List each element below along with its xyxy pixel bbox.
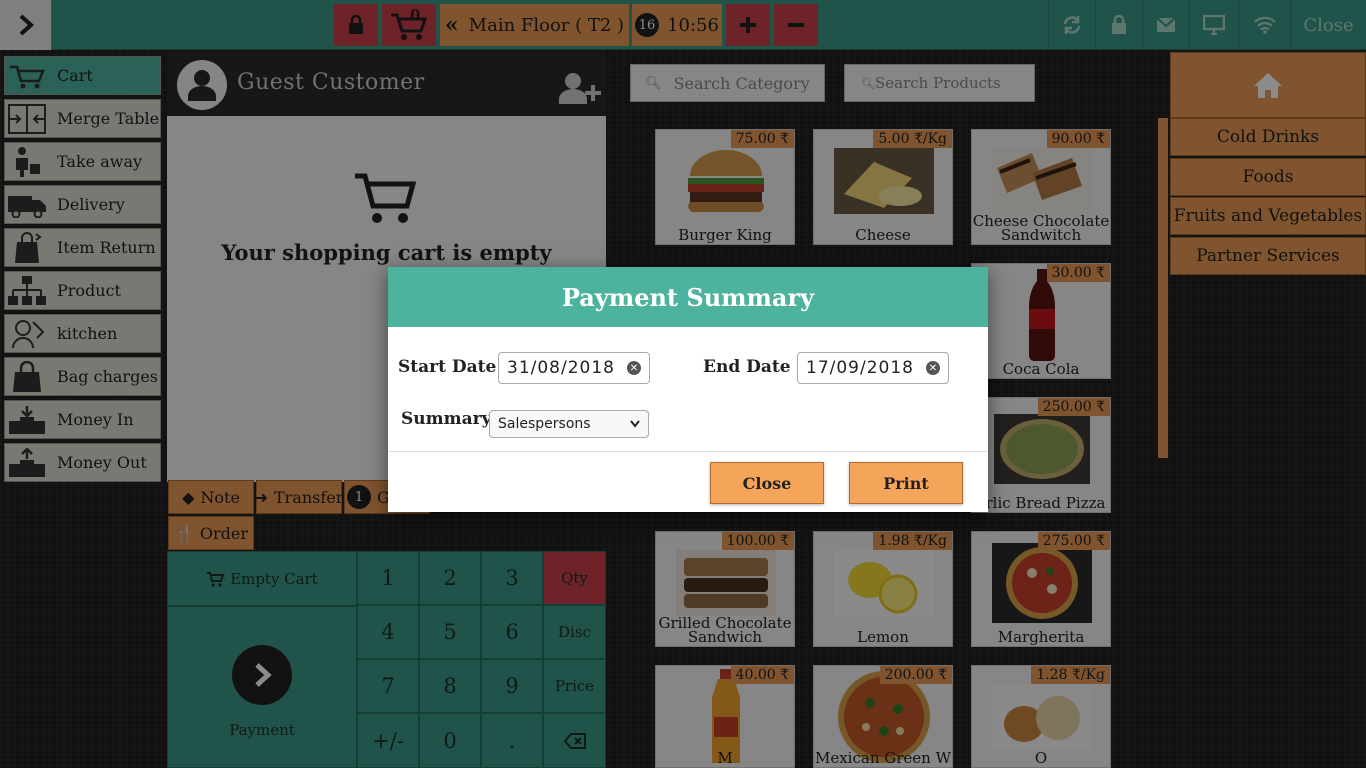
dialog-title: Payment Summary	[388, 267, 988, 327]
start-date-label: Start Date	[398, 357, 497, 377]
end-date-value: 17/09/2018	[806, 358, 914, 378]
start-date-value: 31/08/2018	[507, 358, 615, 378]
clear-icon[interactable]: ✕	[627, 361, 641, 375]
chevron-down-icon	[630, 420, 640, 428]
close-button[interactable]: Close	[710, 462, 824, 504]
summary-label: Summary	[401, 409, 492, 429]
clear-icon[interactable]: ✕	[926, 361, 940, 375]
summary-select[interactable]: Salespersons	[489, 410, 649, 438]
payment-summary-dialog: Payment Summary Start Date 31/08/2018 ✕ …	[388, 267, 988, 512]
print-button[interactable]: Print	[849, 462, 963, 504]
summary-select-value: Salespersons	[498, 416, 591, 432]
dialog-divider	[388, 451, 988, 452]
end-date-field[interactable]: 17/09/2018 ✕	[797, 352, 949, 384]
end-date-label: End Date	[703, 357, 791, 377]
start-date-field[interactable]: 31/08/2018 ✕	[498, 352, 650, 384]
